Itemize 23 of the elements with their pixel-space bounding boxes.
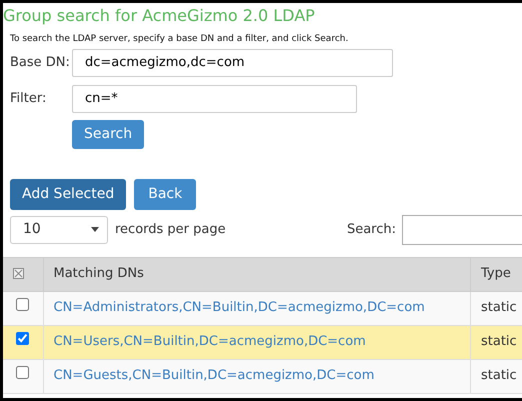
column-header: Matching DNs <box>54 266 144 282</box>
column-header: Type <box>481 266 511 282</box>
input-field[interactable]: cn=* <box>72 84 357 113</box>
row-checkbox[interactable] <box>16 366 30 380</box>
type-text: static <box>481 368 517 384</box>
field-label: Base DN: <box>10 54 71 72</box>
input-field[interactable]: dc=acmegizmo,dc=com <box>72 48 393 77</box>
records-per-page-label: records per page <box>115 220 226 239</box>
type-text: static <box>481 334 517 350</box>
table-search-field[interactable] <box>402 214 522 245</box>
instructions-text: To search the LDAP server, specify a base DN and a filter, and click Search. <box>10 33 350 46</box>
search-button[interactable]: Search <box>72 120 144 149</box>
page-title: Group search for AcmeGizmo 2.0 LDAP <box>3 6 316 26</box>
caret-icon <box>91 227 99 232</box>
back-button[interactable]: Back <box>134 178 196 210</box>
add-selected-button[interactable]: Add Selected <box>10 178 126 210</box>
select-all-icon[interactable] <box>13 268 24 280</box>
row-checkbox[interactable] <box>16 332 30 346</box>
page-size-select[interactable]: 10 <box>10 216 108 244</box>
search-label: Search: <box>346 220 396 239</box>
row-checkbox[interactable] <box>16 298 30 312</box>
type-text: static <box>481 300 517 316</box>
field-label: Filter: <box>10 90 48 108</box>
